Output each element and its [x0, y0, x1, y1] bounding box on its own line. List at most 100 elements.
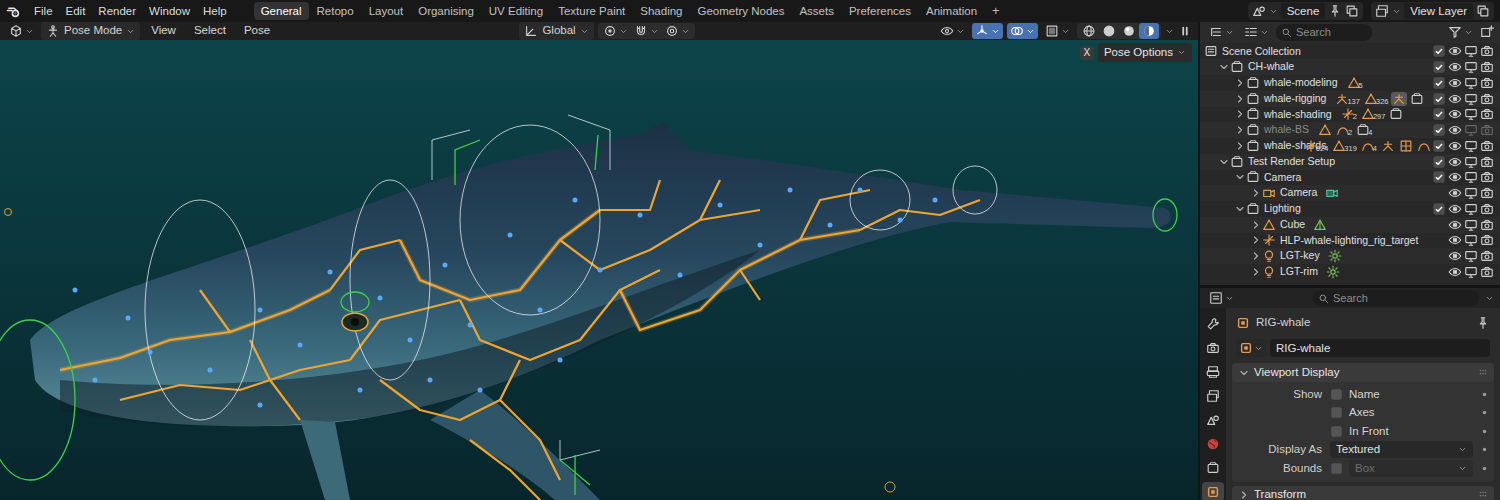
new-scene-icon[interactable]: [1345, 4, 1359, 18]
eye-icon[interactable]: [1448, 155, 1462, 169]
monitor-icon[interactable]: [1464, 249, 1478, 263]
panel-header[interactable]: Transform: [1232, 486, 1494, 500]
monitor-icon[interactable]: [1464, 233, 1478, 247]
properties-tab[interactable]: [1202, 338, 1224, 358]
scene-selector[interactable]: Scene: [1248, 2, 1364, 20]
light_data-icon[interactable]: [1326, 265, 1340, 279]
object-tab-icon[interactable]: [1206, 485, 1220, 499]
viewport-toggle[interactable]: [1042, 23, 1073, 39]
shading-button[interactable]: [1079, 23, 1099, 39]
xray-button[interactable]: X: [1080, 46, 1094, 60]
animate-property-icon[interactable]: [1481, 409, 1488, 416]
viewport-menu[interactable]: View: [144, 22, 183, 39]
collapse-arrow-icon[interactable]: [1218, 156, 1230, 168]
object-icon[interactable]: [1239, 341, 1253, 355]
properties-tab[interactable]: [1202, 314, 1224, 334]
exclude-checkbox-icon[interactable]: [1432, 202, 1446, 216]
row-label[interactable]: Cube: [1280, 217, 1305, 233]
render-camera-icon[interactable]: [1480, 44, 1494, 58]
dropdown-icon[interactable]: [1392, 7, 1401, 16]
child-badge[interactable]: [1409, 92, 1425, 106]
exclude-checkbox-icon[interactable]: [1432, 123, 1446, 137]
child-badge[interactable]: [1388, 107, 1404, 121]
collection-tab-icon[interactable]: [1206, 461, 1220, 475]
dropdown-icon[interactable]: [956, 27, 965, 36]
viewport-menu[interactable]: Pose: [237, 22, 277, 39]
row-label[interactable]: LGT-key: [1280, 248, 1320, 264]
checkbox-label[interactable]: Name: [1349, 386, 1380, 403]
dropdown-icon[interactable]: [991, 27, 1000, 36]
outliner-row[interactable]: whale-rigging137326: [1200, 91, 1500, 107]
tool-tab-icon[interactable]: [1206, 317, 1220, 331]
properties-tab[interactable]: [1202, 458, 1224, 478]
outliner-row[interactable]: Camera: [1200, 170, 1500, 186]
blender-logo-icon[interactable]: [6, 4, 21, 19]
properties-tab[interactable]: [1202, 410, 1224, 430]
child-badge[interactable]: 4: [1355, 123, 1373, 137]
properties-tab[interactable]: [1202, 386, 1224, 406]
proportional-icon[interactable]: [665, 24, 679, 38]
world-tab-icon[interactable]: [1206, 437, 1220, 451]
magnet-icon[interactable]: [634, 24, 648, 38]
exclude-checkbox-icon[interactable]: [1432, 44, 1446, 58]
eye-icon[interactable]: [1448, 202, 1462, 216]
exclude-checkbox-icon[interactable]: [1432, 107, 1446, 121]
eye-icon[interactable]: [1448, 44, 1462, 58]
render-camera-icon[interactable]: [1480, 202, 1494, 216]
animate-property-icon[interactable]: [1481, 465, 1488, 472]
properties-icon[interactable]: [1209, 291, 1223, 305]
menu-item[interactable]: Help: [197, 1, 233, 21]
checkbox-label[interactable]: In Front: [1349, 423, 1389, 440]
outliner-row[interactable]: LGT-key: [1200, 248, 1500, 264]
workspace-tab[interactable]: Organising: [411, 2, 481, 20]
menu-item[interactable]: File: [28, 1, 59, 21]
workspace-tab[interactable]: General: [254, 2, 309, 20]
drag-grip-icon[interactable]: [1478, 490, 1488, 500]
expand-arrow-icon[interactable]: [1250, 266, 1262, 278]
xray-icon[interactable]: [1045, 24, 1059, 38]
output-tab-icon[interactable]: [1206, 365, 1220, 379]
pose-options-button[interactable]: Pose Options: [1098, 43, 1192, 62]
checkbox-icon[interactable]: [1330, 425, 1343, 438]
outliner-row[interactable]: Test Render Setup: [1200, 154, 1500, 170]
dropdown-icon[interactable]: [1260, 28, 1269, 37]
shading-button[interactable]: [1119, 23, 1139, 39]
exclude-checkbox-icon[interactable]: [1432, 139, 1446, 153]
row-label[interactable]: LGT-rim: [1280, 264, 1318, 280]
shading-button[interactable]: [1099, 23, 1119, 39]
row-label[interactable]: Camera: [1264, 170, 1301, 186]
material-icon[interactable]: [1122, 24, 1136, 38]
child-badge[interactable]: [1398, 139, 1414, 153]
gizmo-icon[interactable]: [975, 24, 989, 38]
object-name-field[interactable]: RIG-whale: [1270, 339, 1490, 357]
row-label[interactable]: whale-shards: [1264, 138, 1295, 154]
eye-icon[interactable]: [1448, 186, 1462, 200]
mode-label[interactable]: Pose Mode: [64, 22, 122, 39]
child-badge[interactable]: [1317, 123, 1333, 137]
monitor-icon[interactable]: [1464, 170, 1478, 184]
eye-icon[interactable]: [1448, 265, 1462, 279]
animate-property-icon[interactable]: [1481, 391, 1488, 398]
workspace-tab[interactable]: Layout: [362, 2, 411, 20]
monitor-icon[interactable]: [1464, 265, 1478, 279]
child-badge[interactable]: 319: [1331, 139, 1358, 153]
eye-icon[interactable]: [1448, 249, 1462, 263]
dropdown-icon[interactable]: [681, 27, 690, 36]
exclude-checkbox-icon[interactable]: [1432, 92, 1446, 106]
expand-arrow-icon[interactable]: [1234, 108, 1246, 120]
expand-arrow-icon[interactable]: [1234, 140, 1246, 152]
viewport-menu[interactable]: Select: [187, 22, 233, 39]
checkbox-icon[interactable]: [1330, 462, 1343, 475]
expand-arrow-icon[interactable]: [1234, 93, 1246, 105]
light_data-icon[interactable]: [1328, 249, 1342, 263]
mode-dropdown[interactable]: Pose Mode: [41, 22, 140, 39]
viewport-toggle[interactable]: [1007, 23, 1038, 39]
scene-tab-icon[interactable]: [1206, 413, 1220, 427]
add-workspace-button[interactable]: +: [985, 2, 1007, 20]
row-label[interactable]: whale-BS: [1264, 122, 1309, 138]
view-layer-name-field[interactable]: View Layer: [1404, 3, 1473, 19]
monitor-icon[interactable]: [1464, 92, 1478, 106]
collapse-arrow-icon[interactable]: [1238, 367, 1250, 379]
collapse-arrow-icon[interactable]: [1234, 171, 1246, 183]
scene-name-field[interactable]: Scene: [1281, 3, 1326, 19]
